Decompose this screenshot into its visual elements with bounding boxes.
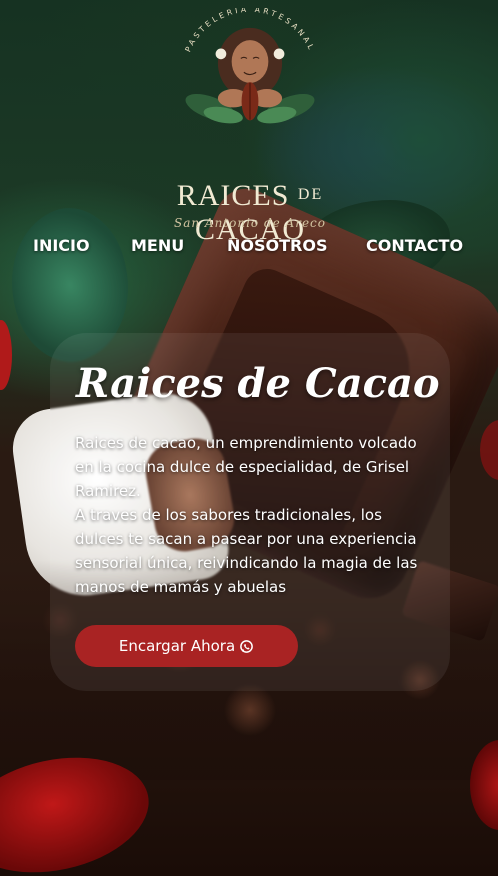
brand-logo[interactable]: PASTELERÍA ARTESANAL RAICES DE CACAO San…	[120, 8, 380, 246]
order-now-button[interactable]: Encargar Ahora	[75, 625, 298, 667]
hero-paragraph: A traves de los sabores tradicionales, l…	[75, 506, 418, 596]
brand-name-mid: DE	[297, 186, 324, 203]
hero-paragraph: Raices de cacao, un emprendimiento volca…	[75, 434, 417, 500]
nav-item-inicio[interactable]: INICIO	[33, 233, 90, 259]
hero-description: Raices de cacao, un emprendimiento volca…	[75, 431, 425, 599]
logo-emblem: PASTELERÍA ARTESANAL	[183, 8, 315, 124]
brand-location: San Antonio de Areco	[173, 216, 326, 230]
brand-name-left: RAICES	[176, 179, 290, 212]
rose-petal	[480, 420, 498, 480]
nav-item-menu[interactable]: MENU	[131, 233, 184, 259]
nav-item-nosotros[interactable]: NOSOTROS	[227, 233, 327, 259]
main-nav: INICIO MENU NOSOTROS CONTACTO	[0, 233, 498, 259]
nav-item-contacto[interactable]: CONTACTO	[366, 233, 463, 259]
whatsapp-icon	[240, 639, 254, 653]
rose-petal	[0, 320, 12, 390]
hero-title: Raices de Cacao	[76, 360, 440, 407]
order-now-label: Encargar Ahora	[118, 637, 236, 655]
